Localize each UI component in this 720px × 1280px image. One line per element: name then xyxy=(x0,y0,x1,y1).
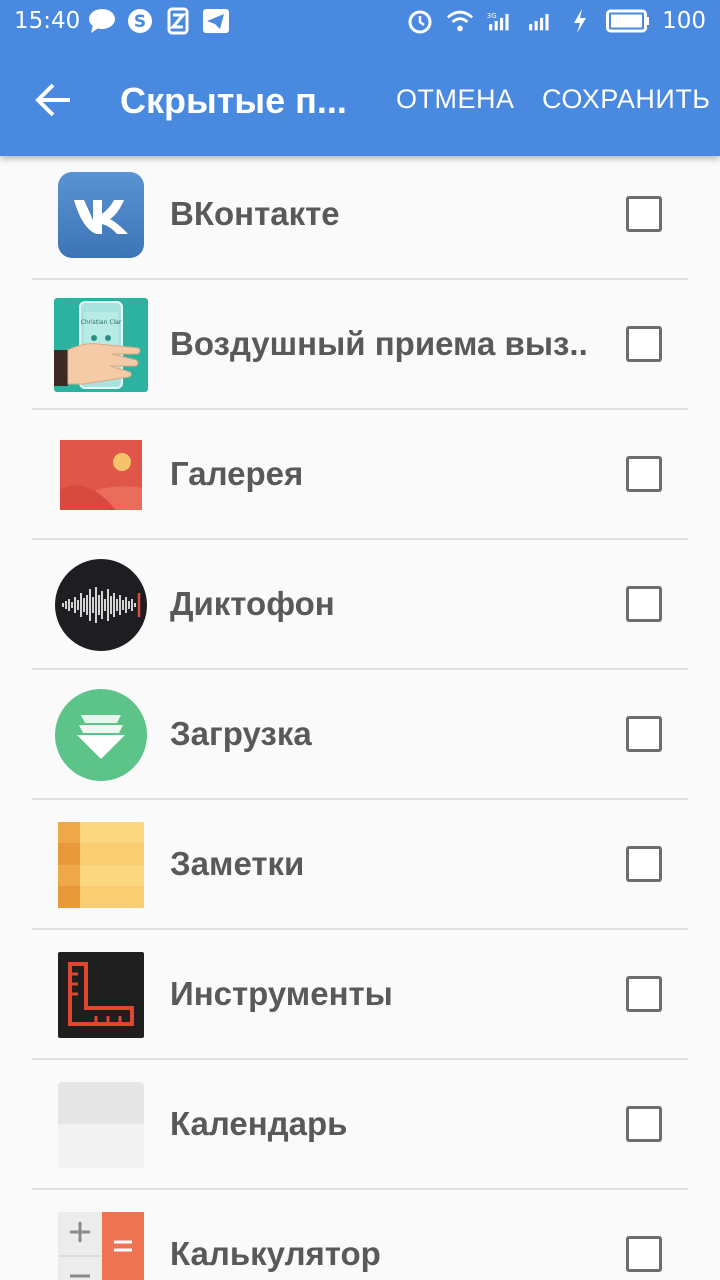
recorder-icon xyxy=(55,559,147,651)
app-name: ВКонтакте xyxy=(170,195,340,232)
charging-icon xyxy=(566,6,594,36)
app-checkbox[interactable] xyxy=(626,1106,662,1142)
status-time: 15:40 xyxy=(14,8,81,34)
app-checkbox[interactable] xyxy=(626,716,662,752)
save-button[interactable]: СОХРАНИТЬ xyxy=(542,84,711,115)
air-call-icon: Christian Clar xyxy=(54,298,148,392)
app-checkbox[interactable] xyxy=(626,456,662,492)
alarm-icon xyxy=(406,6,434,36)
back-button[interactable] xyxy=(22,68,86,132)
app-checkbox[interactable] xyxy=(626,846,662,882)
app-name: Инструменты xyxy=(170,975,393,1012)
list-item[interactable]: Заметки xyxy=(0,800,720,930)
wifi-icon xyxy=(446,6,474,36)
svg-text:Christian Clar: Christian Clar xyxy=(81,319,122,326)
app-checkbox[interactable] xyxy=(626,586,662,622)
battery-level: 100 xyxy=(662,8,706,34)
zen-icon xyxy=(164,6,192,36)
gallery-icon xyxy=(56,430,146,520)
telegram-icon xyxy=(202,6,230,36)
app-list: ВКонтакте Christian Clar Воздушный прием… xyxy=(0,150,720,1280)
calendar-icon xyxy=(56,1080,146,1170)
battery-icon xyxy=(606,6,650,36)
app-bar: 15:40 S 3G 100 Скрытые п... ОТМЕНА СОХРА… xyxy=(0,0,720,156)
list-item[interactable]: Инструменты xyxy=(0,930,720,1060)
app-name: Диктофон xyxy=(170,585,335,622)
list-item[interactable]: ВКонтакте xyxy=(0,150,720,280)
signal-3g-icon: 3G xyxy=(486,6,514,36)
list-item[interactable]: Календарь xyxy=(0,1060,720,1190)
list-item[interactable]: Загрузка xyxy=(0,670,720,800)
download-icon xyxy=(55,689,147,781)
chat-icon xyxy=(88,6,116,36)
list-item[interactable]: Галерея xyxy=(0,410,720,540)
toolbar: Скрытые п... ОТМЕНА СОХРАНИТЬ xyxy=(0,44,720,156)
app-name: Калькулятор xyxy=(170,1235,381,1272)
calculator-icon xyxy=(56,1210,146,1280)
signal-icon xyxy=(526,6,554,36)
app-checkbox[interactable] xyxy=(626,976,662,1012)
app-name: Загрузка xyxy=(170,715,312,752)
cancel-button[interactable]: ОТМЕНА xyxy=(396,84,515,115)
list-item[interactable]: Калькулятор xyxy=(0,1190,720,1280)
list-item[interactable]: Диктофон xyxy=(0,540,720,670)
app-name: Заметки xyxy=(170,845,305,882)
svg-text:3G: 3G xyxy=(487,12,497,20)
app-name: Воздушный приема выз.. xyxy=(170,325,588,362)
tools-icon xyxy=(56,950,146,1040)
app-name: Календарь xyxy=(170,1105,348,1142)
arrow-back-icon xyxy=(35,83,70,117)
list-item[interactable]: Christian Clar Воздушный приема выз.. xyxy=(0,280,720,410)
vk-icon xyxy=(56,170,146,260)
status-bar: 15:40 S 3G 100 xyxy=(0,0,720,44)
skype-icon: S xyxy=(126,6,154,36)
app-checkbox[interactable] xyxy=(626,196,662,232)
notes-icon xyxy=(56,820,146,910)
page-title: Скрытые п... xyxy=(120,80,347,121)
app-checkbox[interactable] xyxy=(626,1236,662,1272)
svg-text:S: S xyxy=(134,12,146,32)
app-checkbox[interactable] xyxy=(626,326,662,362)
app-name: Галерея xyxy=(170,455,304,492)
